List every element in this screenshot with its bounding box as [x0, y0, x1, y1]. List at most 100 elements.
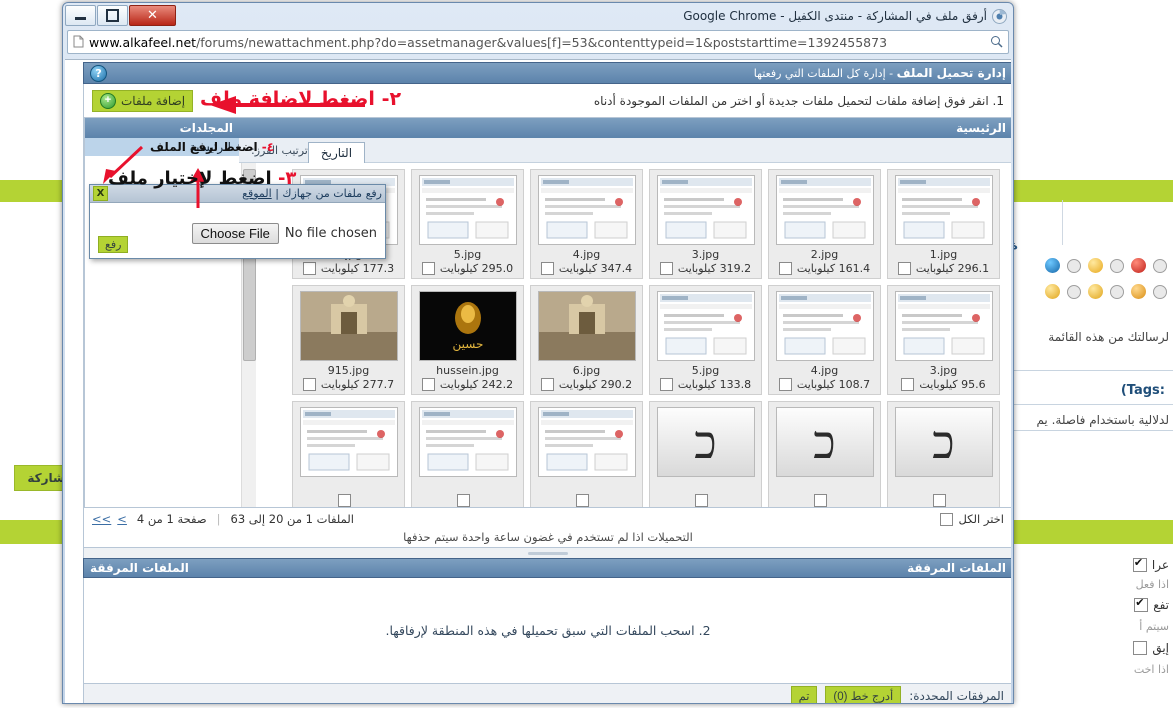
manager-footer: المرفقات المحددة: أدرج خط (0) تم	[83, 684, 1011, 703]
file-size: 242.2 كيلوبايت	[439, 378, 514, 391]
window-controls[interactable]: ✕	[65, 5, 176, 26]
photo-preview	[538, 292, 635, 360]
folders-pane-header: المجلدات	[85, 118, 239, 138]
file-tile[interactable]	[292, 401, 405, 507]
attachment-dropzone[interactable]: 2. اسحب الملفات التي سبق تحميلها في هذه …	[83, 578, 1011, 684]
file-select-checkbox[interactable]	[694, 494, 708, 507]
background-checkbox-row-1[interactable]: عرا	[1132, 556, 1169, 572]
radio-option[interactable]	[1110, 284, 1124, 299]
file-tile[interactable]: 4.jpg 108.7 كيلوبايت	[768, 285, 881, 395]
file-tile[interactable]: כ	[649, 401, 762, 507]
drag-grip[interactable]	[528, 551, 568, 555]
add-files-button[interactable]: إضافة ملفات +	[92, 89, 194, 112]
screenshot-preview	[419, 176, 516, 244]
file-size	[356, 494, 360, 507]
background-checkbox-row-2[interactable]: تفع	[1134, 596, 1169, 612]
file-tile[interactable]: 5.jpg 133.8 كيلوبايت	[649, 285, 762, 395]
background-checkbox-row-3[interactable]: إيق	[1133, 641, 1169, 655]
pager[interactable]: << <	[92, 512, 127, 526]
file-select-checkbox[interactable]	[456, 494, 470, 507]
dropzone-text: 2. اسحب الملفات التي سبق تحميلها في هذه …	[385, 623, 711, 638]
help-icon[interactable]: ?	[90, 64, 107, 82]
manager-status-bar: اختر الكل الملفات 1 من 20 إلى 63 | صفحة …	[83, 508, 1011, 548]
address-bar[interactable]: www.alkafeel.net/forums/newattachment.ph…	[67, 30, 1009, 54]
insert-inline-button[interactable]: أدرج خط (0)	[825, 685, 902, 703]
file-input-row[interactable]: Choose File No file chosen	[191, 223, 377, 244]
screenshot-preview	[895, 176, 992, 244]
file-select-checkbox[interactable]	[421, 262, 435, 275]
file-size: 95.6 كيلوبايت	[919, 378, 986, 391]
file-select-checkbox[interactable]	[778, 378, 792, 391]
radio-option[interactable]	[1067, 284, 1081, 299]
file-tile[interactable]: 5.jpg 295.0 كيلوبايت	[411, 169, 524, 279]
arrow-icon	[1045, 258, 1060, 273]
file-select-checkbox[interactable]	[337, 494, 351, 507]
close-button[interactable]: ✕	[129, 5, 176, 26]
file-tile[interactable]: 4.jpg 347.4 كيلوبايت	[530, 169, 643, 279]
file-select-checkbox[interactable]	[901, 378, 915, 391]
checkbox-icon[interactable]	[1134, 596, 1149, 612]
file-select-checkbox[interactable]	[778, 262, 792, 275]
search-icon[interactable]	[990, 33, 1003, 52]
file-select-checkbox[interactable]	[302, 378, 316, 391]
background-icon-row-1[interactable]	[1045, 258, 1167, 273]
file-meta-row	[813, 494, 836, 507]
screenshot-preview	[776, 176, 873, 244]
file-select-checkbox[interactable]	[897, 262, 911, 275]
sort-value-tab[interactable]: التاريخ	[307, 142, 366, 164]
minimize-button[interactable]	[65, 5, 96, 26]
file-select-checkbox[interactable]	[659, 262, 673, 275]
file-select-checkbox[interactable]	[813, 494, 827, 507]
file-tile[interactable]: 3.jpg 95.6 كيلوبايت	[887, 285, 1000, 395]
upload-popup-tabs[interactable]: رفع ملفات من جهازك | الموقع	[242, 187, 382, 200]
radio-option[interactable]	[1110, 258, 1124, 273]
radio-option[interactable]	[1067, 258, 1081, 273]
manager-header-title: إدارة تحميل الملف - إدارة كل الملفات الت…	[754, 66, 1006, 80]
file-size: 161.4 كيلوبايت	[796, 262, 871, 275]
file-select-checkbox[interactable]	[421, 378, 435, 391]
select-all-checkbox[interactable]	[940, 512, 954, 526]
background-list-note: لرسالتك من هذه القائمة	[1048, 330, 1169, 344]
file-select-checkbox[interactable]	[575, 494, 589, 507]
file-tile[interactable]: 1.jpg 296.1 كيلوبايت	[887, 169, 1000, 279]
radio-option[interactable]	[1153, 258, 1167, 273]
file-size: 347.4 كيلوبايت	[558, 262, 633, 275]
file-name	[466, 480, 470, 493]
maximize-button[interactable]	[97, 5, 128, 26]
manager-body: الرئيسية التاريخ ترتيب الفرز: 1.jpg 296.1…	[83, 118, 1011, 508]
choose-file-button[interactable]: Choose File	[191, 223, 279, 244]
file-tile[interactable]: 6.jpg 290.2 كيلوبايت	[530, 285, 643, 395]
file-select-checkbox[interactable]	[540, 262, 554, 275]
file-select-checkbox[interactable]	[302, 262, 316, 275]
pager-prev-link[interactable]: <	[117, 512, 127, 526]
select-all-control[interactable]: اختر الكل	[940, 512, 1004, 526]
file-tile[interactable]: حسين hussein.jpg 242.2 كيلوبايت	[411, 285, 524, 395]
file-tile[interactable]: 2.jpg 161.4 كيلوبايت	[768, 169, 881, 279]
file-meta-row: 296.1 كيلوبايت	[897, 262, 989, 275]
background-icon-row-2[interactable]	[1045, 284, 1167, 299]
checkbox-icon[interactable]	[1133, 641, 1148, 655]
file-select-checkbox[interactable]	[659, 378, 673, 391]
done-button[interactable]: تم	[790, 685, 818, 703]
file-tile[interactable]	[411, 401, 524, 507]
upload-popup-close-icon[interactable]: X	[93, 186, 108, 201]
file-tile[interactable]	[530, 401, 643, 507]
file-tile[interactable]: כ	[768, 401, 881, 507]
file-meta-row	[694, 494, 717, 507]
panel-separator[interactable]	[83, 548, 1011, 558]
tab-device[interactable]: رفع ملفات من جهازك	[282, 187, 382, 200]
file-size: 319.2 كيلوبايت	[677, 262, 752, 275]
grin-icon	[1088, 284, 1103, 299]
checkbox-icon[interactable]	[1132, 556, 1147, 572]
pager-first-link[interactable]: <<	[92, 512, 111, 526]
file-tile[interactable]: 915.jpg 277.7 كيلوبايت	[292, 285, 405, 395]
radio-option[interactable]	[1153, 284, 1167, 299]
folder-item-root[interactable]: الرئيسية	[85, 138, 239, 156]
upload-button[interactable]: رفع	[98, 236, 129, 253]
file-tile[interactable]: 3.jpg 319.2 كيلوبايت	[649, 169, 762, 279]
file-select-checkbox[interactable]	[540, 378, 554, 391]
tab-site[interactable]: الموقع	[242, 187, 272, 200]
file-select-checkbox[interactable]	[932, 494, 946, 507]
screenshot-preview	[538, 408, 635, 476]
file-tile[interactable]: כ	[887, 401, 1000, 507]
